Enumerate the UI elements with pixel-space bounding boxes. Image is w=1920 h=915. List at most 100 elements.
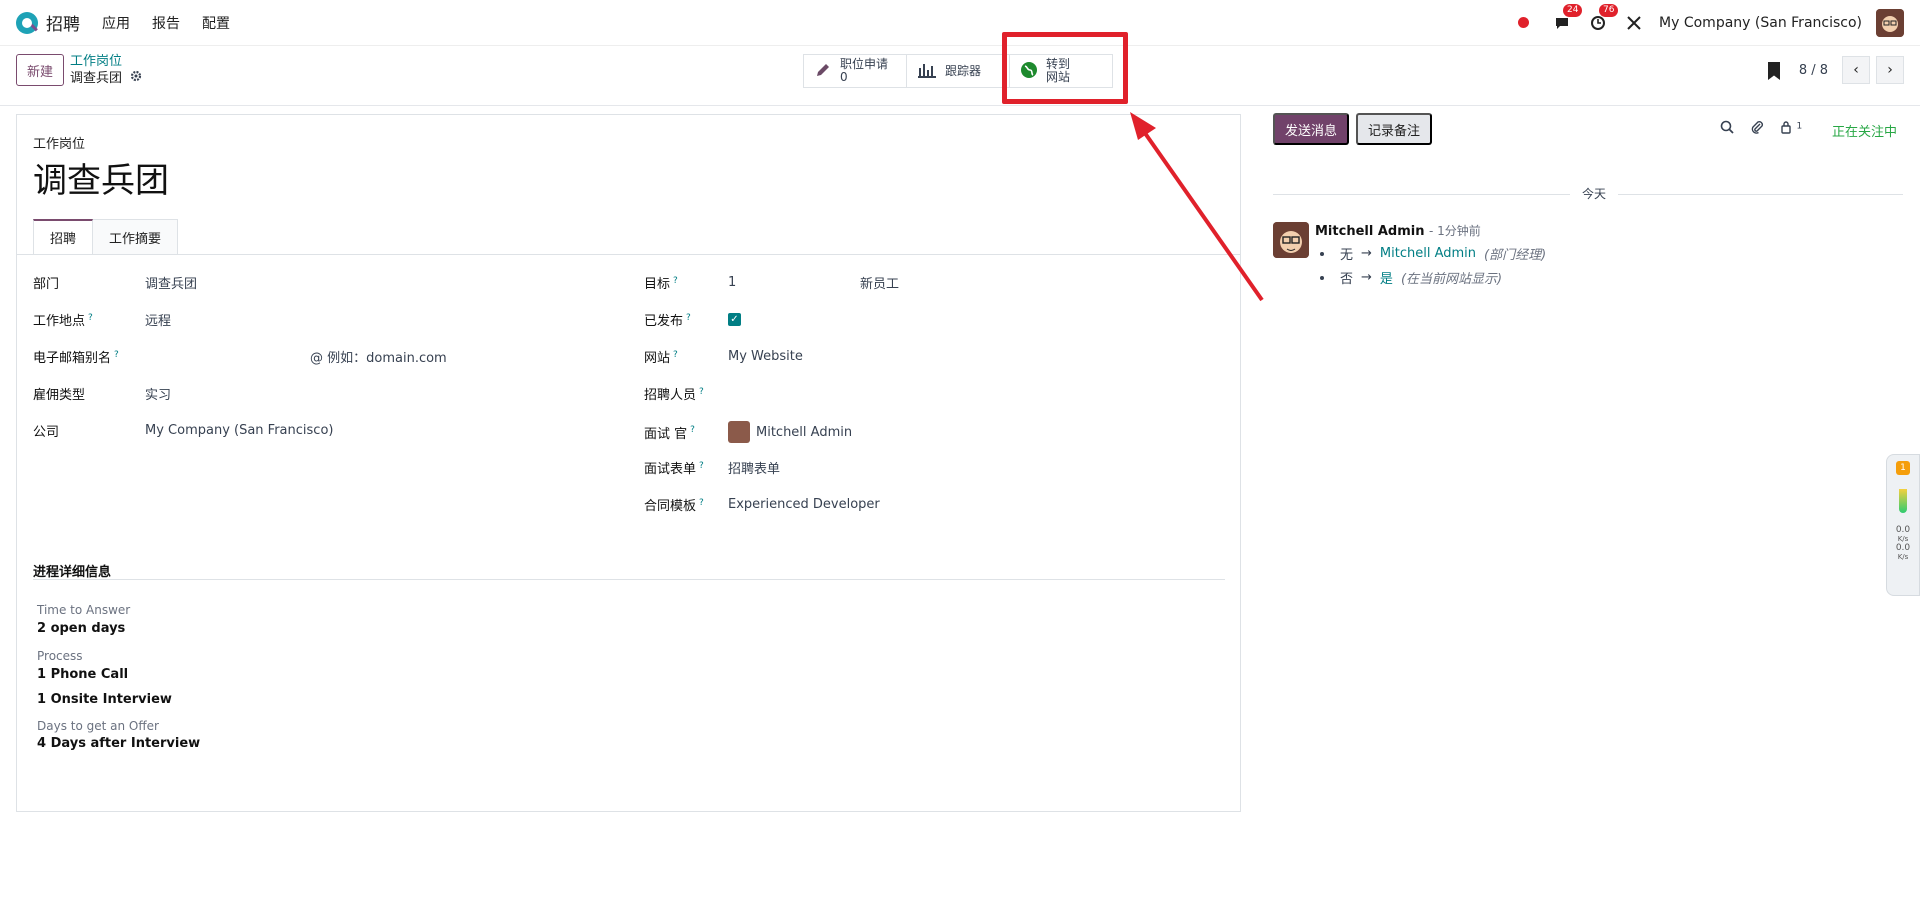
log-note-button[interactable]: 记录备注 (1356, 113, 1433, 145)
pager: 8 / 8 ‹ › (1799, 56, 1904, 84)
control-panel: 新建 工作岗位 调查兵团 职位申请 0 跟踪器 转到 网站 8 / 8 ‹ › (0, 46, 1920, 106)
process-section-divider (33, 579, 1225, 580)
main-menu: 应用 报告 配置 (102, 13, 230, 33)
website-value[interactable]: My Website (728, 349, 803, 364)
followers-count: 1 (1796, 121, 1803, 132)
contract-template-value[interactable]: Experienced Developer (728, 497, 880, 512)
target-value[interactable]: 1 (728, 275, 860, 290)
recording-dot-icon[interactable] (1518, 17, 1530, 28)
arrow-right-icon: → (1361, 246, 1372, 261)
target-label: 目标 (644, 277, 671, 292)
change1-old: 无 (1340, 248, 1354, 263)
change1-note: (部门经理) (1484, 248, 1547, 263)
website-line2: 网站 (1046, 70, 1071, 84)
message-header: Mitchell Admin - 1分钟前 (1315, 222, 1481, 239)
job-position-label: 工作岗位 (33, 137, 86, 152)
company-value[interactable]: My Company (San Francisco) (145, 423, 333, 438)
following-status[interactable]: 正在关注中 (1832, 121, 1897, 140)
menu-apps[interactable]: 应用 (102, 13, 130, 33)
user-avatar[interactable] (1876, 8, 1904, 37)
paperclip-icon[interactable] (1750, 120, 1764, 138)
gear-icon[interactable] (130, 70, 142, 87)
network-monitor-widget[interactable]: 1 0.0 K/s 0.0 K/s (1886, 454, 1920, 596)
activities-clock-icon[interactable]: 76 (1587, 3, 1619, 34)
pager-prev-chevron-icon[interactable]: ‹ (1842, 56, 1870, 84)
interviewers-value[interactable]: Mitchell Admin (756, 425, 852, 440)
menu-reports[interactable]: 报告 (152, 13, 180, 33)
app-name[interactable]: 招聘 (46, 10, 80, 35)
email-alias-input[interactable]: @ 例如：domain.com (310, 347, 447, 366)
field-recruiter: 招聘人员? (644, 384, 728, 403)
location-value[interactable]: 远程 (145, 310, 171, 329)
tracker-stat-button[interactable]: 跟踪器 (906, 54, 1010, 88)
systray: 24 76 My Company (San Francisco) (1518, 3, 1904, 37)
department-value[interactable]: 调查兵团 (145, 273, 197, 292)
department-label: 部门 (33, 277, 60, 292)
process-step-2[interactable]: 1 Onsite Interview (37, 692, 172, 707)
company-label: 公司 (33, 425, 60, 440)
field-published: 已发布? ✓ (644, 310, 741, 329)
help-icon: ? (690, 425, 695, 436)
smart-buttons: 职位申请 0 跟踪器 转到 网站 (803, 54, 1113, 88)
followers-icon[interactable]: 1 (1780, 120, 1802, 138)
date-label: 今天 (1570, 185, 1619, 202)
company-switcher[interactable]: My Company (San Francisco) (1659, 15, 1862, 31)
field-company: 公司 My Company (San Francisco) (33, 421, 333, 440)
email-alias-label: 电子邮箱别名 (33, 351, 112, 366)
interview-form-label: 面试表单 (644, 462, 697, 477)
recruiter-label: 招聘人员 (644, 388, 697, 403)
time-to-answer-label: Time to Answer (37, 603, 131, 617)
applications-stat-button[interactable]: 职位申请 0 (803, 54, 907, 88)
go-to-website-button[interactable]: 转到 网站 (1009, 54, 1113, 88)
website-label: 网站 (644, 351, 671, 366)
menu-config[interactable]: 配置 (202, 13, 230, 33)
app-logo-icon[interactable] (16, 11, 38, 34)
applications-value: 0 (840, 70, 848, 84)
help-icon: ? (673, 349, 678, 360)
field-contract-template: 合同模板? Experienced Developer (644, 495, 880, 514)
help-icon: ? (699, 460, 704, 471)
offer-value[interactable]: 4 Days after Interview (37, 736, 200, 751)
interviewer-avatar (728, 421, 750, 443)
employment-type-value[interactable]: 实习 (145, 384, 171, 403)
pager-next-chevron-icon[interactable]: › (1876, 56, 1904, 84)
breadcrumb-parent[interactable]: 工作岗位 (70, 54, 142, 70)
field-website: 网站? My Website (644, 347, 803, 366)
location-label: 工作地点 (33, 314, 86, 329)
tracking-change-1: 无 → Mitchell Admin (部门经理) (1320, 244, 1546, 263)
form-sheet: 工作岗位 调查兵团 招聘 工作摘要 部门 调查兵团 工作地点? 远程 电子邮箱别… (16, 114, 1241, 812)
message-author-avatar[interactable] (1273, 222, 1309, 258)
field-email-alias: 电子邮箱别名? @ 例如：domain.com (33, 347, 447, 366)
top-navbar: 招聘 应用 报告 配置 24 76 My Company (San Franci… (0, 0, 1920, 46)
tab-recruitment[interactable]: 招聘 (33, 219, 94, 255)
upload-value: 0.0 (1895, 525, 1911, 535)
bookmark-icon[interactable] (1768, 62, 1780, 80)
search-icon[interactable] (1720, 120, 1734, 138)
tab-divider (17, 254, 1240, 255)
change1-new: Mitchell Admin (1379, 246, 1477, 261)
help-icon: ? (114, 349, 119, 360)
tab-job-summary[interactable]: 工作摘要 (93, 219, 179, 255)
send-message-button[interactable]: 发送消息 (1273, 113, 1350, 145)
debug-tools-icon[interactable] (1623, 12, 1645, 34)
new-button[interactable]: 新建 (16, 54, 65, 86)
arrow-right-icon: → (1361, 270, 1372, 285)
message-author[interactable]: Mitchell Admin (1315, 224, 1424, 239)
field-location: 工作地点? 远程 (33, 310, 171, 329)
interview-form-value[interactable]: 招聘表单 (728, 458, 780, 477)
published-checkbox[interactable]: ✓ (728, 313, 741, 326)
interviewers-label: 面试 官 (644, 426, 688, 442)
job-title[interactable]: 调查兵团 (33, 153, 169, 202)
tracker-label: 跟踪器 (945, 63, 982, 78)
pager-value[interactable]: 8 / 8 (1799, 63, 1828, 78)
field-interviewers: 面试 官? Mitchell Admin (644, 421, 852, 443)
chatter-tools: 1 (1720, 120, 1802, 138)
help-icon: ? (699, 386, 704, 397)
help-icon: ? (699, 497, 704, 508)
field-employment-type: 雇佣类型 实习 (33, 384, 171, 403)
download-value: 0.0 (1895, 543, 1911, 553)
messages-icon[interactable]: 24 (1551, 3, 1583, 34)
process-step-1[interactable]: 1 Phone Call (37, 667, 128, 682)
time-to-answer-value[interactable]: 2 open days (37, 621, 125, 636)
upload-unit: K/s (1897, 535, 1909, 543)
